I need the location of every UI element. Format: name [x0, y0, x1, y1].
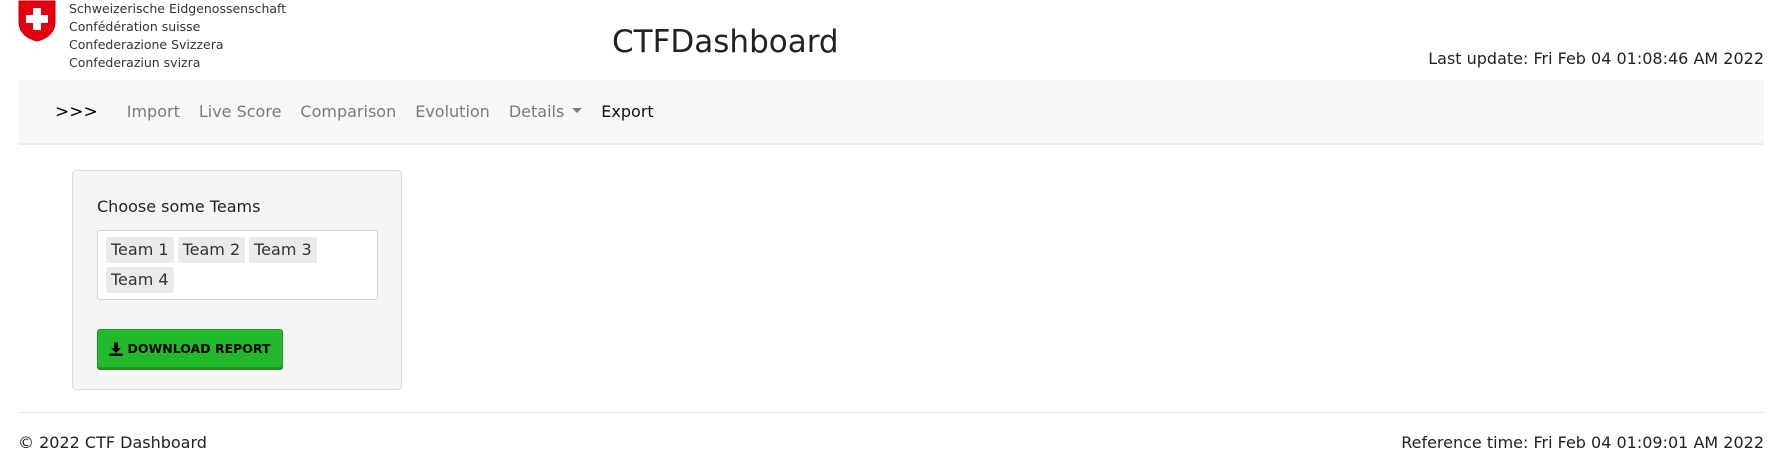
last-update-text: Last update: Fri Feb 04 01:08:46 AM 2022	[1428, 49, 1764, 68]
swiss-coat-of-arms-icon	[18, 0, 56, 42]
team-chip[interactable]: Team 2	[177, 237, 246, 263]
federal-name-de: Schweizerische Eidgenossenschaft	[69, 1, 287, 16]
teams-label: Choose some Teams	[97, 197, 261, 216]
footer-divider	[18, 412, 1764, 413]
app-title: CTFDashboard	[612, 24, 839, 60]
download-icon	[109, 342, 123, 356]
nav-item-details-label: Details	[508, 102, 565, 121]
download-report-button[interactable]: DOWNLOAD REPORT	[97, 329, 283, 368]
teams-multiselect[interactable]: Team 1 Team 2 Team 3 Team 4	[97, 230, 378, 300]
navbar-brand[interactable]: >>>	[55, 102, 98, 122]
federal-name-it: Confederazione Svizzera	[69, 37, 224, 52]
team-chip[interactable]: Team 1	[106, 237, 174, 263]
nav-item-evolution[interactable]: Evolution	[415, 102, 490, 121]
nav-item-comparison[interactable]: Comparison	[300, 102, 396, 121]
nav-item-import[interactable]: Import	[127, 102, 180, 121]
navbar: >>> Import Live Score Comparison Evoluti…	[18, 80, 1764, 145]
federal-name-rm: Confederaziun svizra	[69, 55, 201, 70]
team-chip[interactable]: Team 4	[106, 267, 174, 293]
footer-reference-time: Reference time: Fri Feb 04 01:09:01 AM 2…	[1401, 433, 1764, 452]
federal-names: Schweizerische Eidgenossenschaft Confédé…	[69, 0, 286, 72]
nav-item-live-score[interactable]: Live Score	[199, 102, 282, 121]
footer-copyright: © 2022 CTF Dashboard	[18, 433, 207, 452]
team-chip[interactable]: Team 3	[249, 237, 317, 263]
federal-name-fr: Confédération suisse	[69, 19, 201, 34]
export-card: Choose some Teams Team 1 Team 2 Team 3 T…	[72, 170, 402, 390]
nav-item-details-dropdown[interactable]: Details	[508, 102, 583, 121]
download-report-label: DOWNLOAD REPORT	[127, 341, 271, 356]
header: Schweizerische Eidgenossenschaft Confédé…	[0, 0, 1782, 80]
caret-down-icon	[572, 108, 583, 113]
nav-item-export[interactable]: Export	[601, 102, 653, 121]
